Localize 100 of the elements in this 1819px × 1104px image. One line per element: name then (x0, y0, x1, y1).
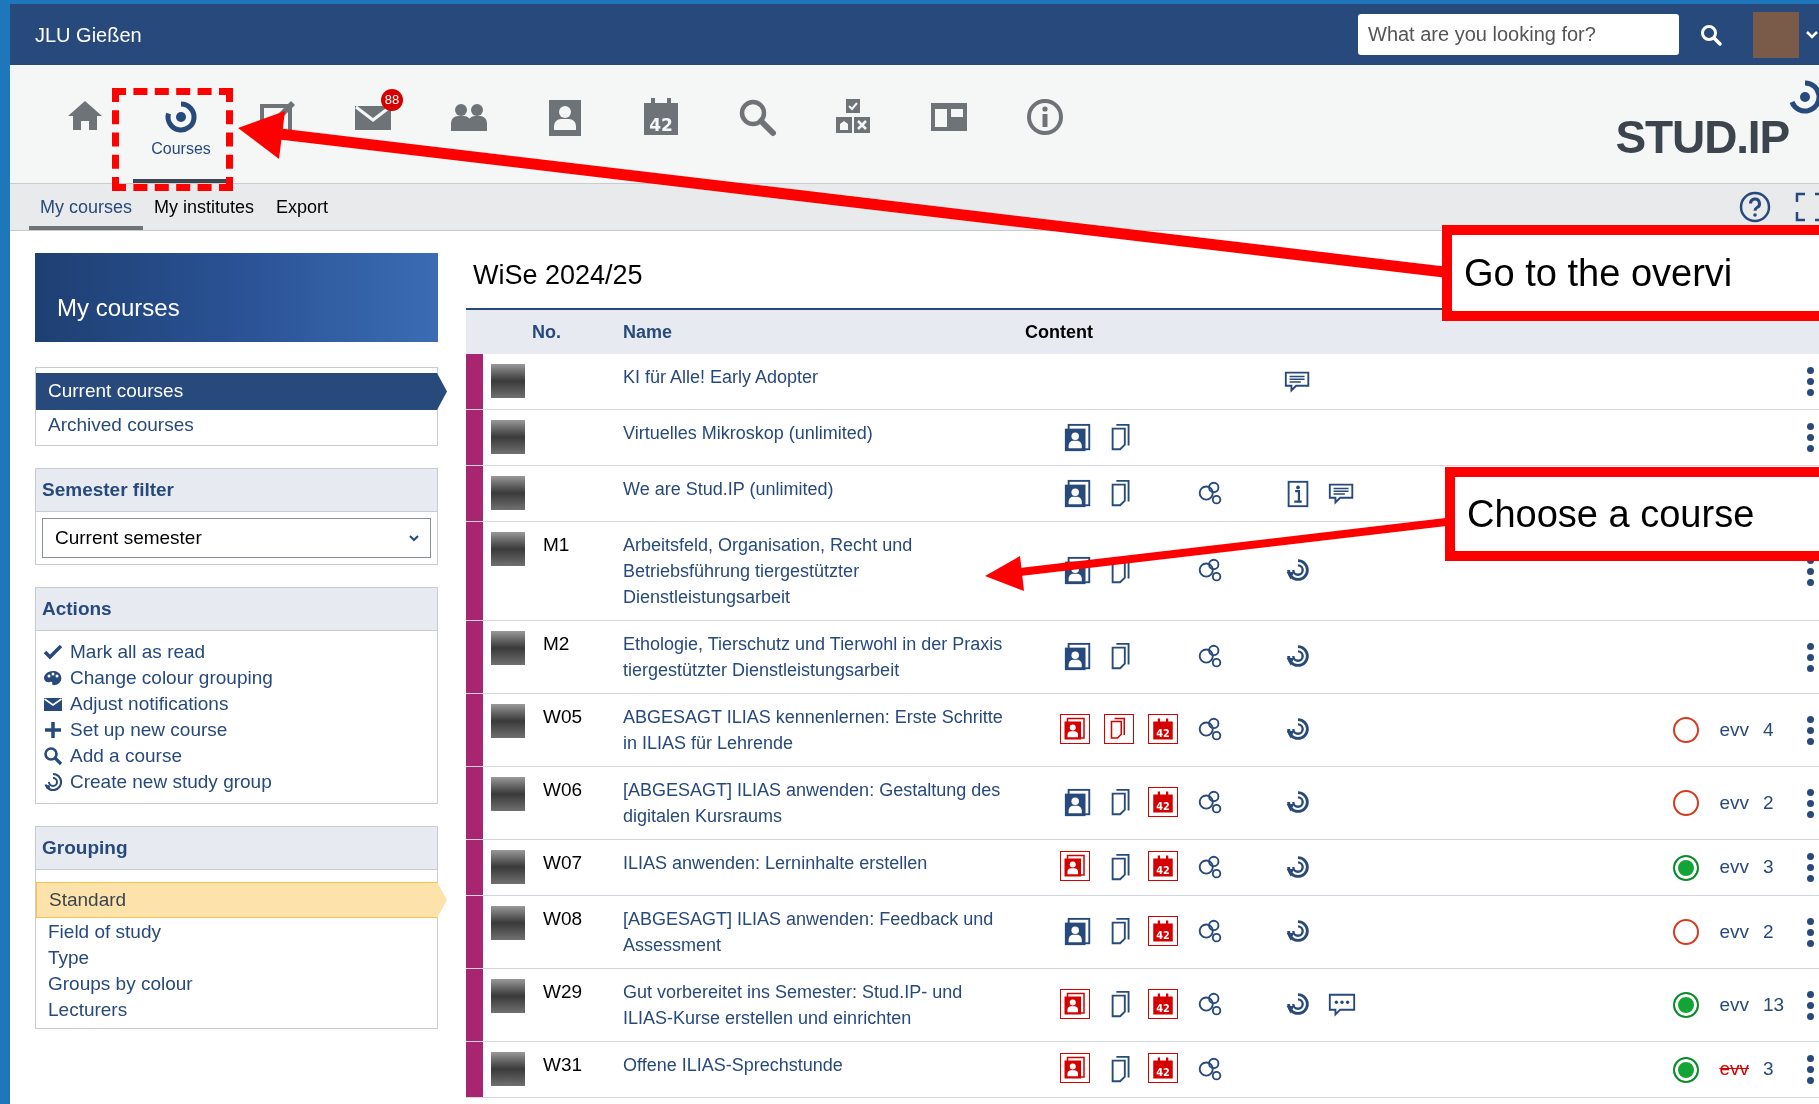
course-link[interactable]: ILIAS anwenden: Lerninhalte erstellen (623, 850, 1013, 876)
grouping-option[interactable]: Groups by colour (36, 970, 437, 996)
caret-icon[interactable] (1805, 29, 1819, 40)
sidebar-action-link[interactable]: Create new study group (43, 769, 437, 795)
person-card-icon[interactable] (1063, 917, 1093, 947)
person-card-icon[interactable] (1060, 713, 1090, 744)
evaluation-label[interactable]: evv (1719, 1055, 1749, 1084)
course-photo-placeholder (491, 1052, 525, 1086)
course-photo-placeholder (491, 420, 525, 454)
course-link[interactable]: Offene ILIAS-Sprechstunde (623, 1052, 1013, 1078)
course-link[interactable]: [ABGESAGT] ILIAS anwenden: Gestaltung des digitalen Kursraums (623, 777, 1013, 829)
more-menu-icon[interactable] (1805, 715, 1815, 745)
evaluation-count: 2 (1763, 790, 1775, 815)
calendar-icon[interactable]: 42 (1148, 713, 1178, 744)
document-icon[interactable] (1104, 713, 1134, 744)
callout-tooltip: Go to the overvi (1442, 225, 1819, 321)
search-icon (43, 746, 63, 766)
course-link[interactable]: ABGESAGT ILIAS kennenlernen: Erste Schritte in ILIAS für Lehrende (623, 704, 1013, 756)
more-menu-icon[interactable] (1805, 642, 1815, 672)
chevron-down-icon (408, 534, 420, 542)
person-card-icon[interactable] (1063, 422, 1093, 453)
nav-item[interactable]: 42 (613, 65, 709, 183)
person-card-icon[interactable] (1063, 556, 1093, 586)
course-number: W05 (543, 706, 583, 727)
evaluation-count: 4 (1763, 717, 1775, 742)
subnav-tab[interactable]: My institutes (143, 184, 266, 230)
plus-icon (43, 720, 63, 740)
course-number: W29 (543, 981, 583, 1002)
course-photo-placeholder (491, 364, 525, 398)
calendar-icon[interactable]: 42 (1148, 988, 1178, 1019)
course-link[interactable]: Arbeitsfeld, Organisation, Recht und Betriebsführung tiergestützter Dienstleistungsarbeit (623, 532, 1013, 610)
info-icon (1025, 97, 1065, 137)
nav-item[interactable]: 88 (325, 65, 421, 183)
evaluation-label[interactable]: evv (1719, 715, 1749, 745)
person-card-icon[interactable] (1060, 851, 1090, 881)
grouping-option[interactable]: Field of study (36, 918, 437, 944)
evaluation-count: 3 (1763, 855, 1775, 880)
evaluation-label[interactable]: evv (1719, 788, 1749, 818)
column-header[interactable]: No. (466, 318, 623, 346)
more-menu-icon[interactable] (1805, 1055, 1815, 1084)
semester-title: WiSe 2024/25 (473, 258, 643, 292)
evaluation-label[interactable]: evv (1719, 853, 1749, 882)
more-menu-icon[interactable] (1805, 853, 1815, 882)
course-link[interactable]: Ethologie, Tierschutz und Tierwohl in der Praxis tiergestützter Dienstleistungsarbeit (623, 631, 1013, 683)
course-photo-placeholder (491, 906, 525, 940)
semester-dropdown[interactable]: Current semester (42, 518, 431, 558)
widget-heading: Semester filter (42, 477, 174, 502)
more-menu-icon[interactable] (1805, 990, 1815, 1020)
more-menu-icon[interactable] (1805, 423, 1815, 452)
sidebar-action-link[interactable]: Add a course (43, 743, 437, 769)
grouping-option[interactable]: Type (36, 944, 437, 970)
evaluation-label[interactable]: evv (1719, 990, 1749, 1020)
grouping-option[interactable]: Lecturers (36, 996, 437, 1022)
course-link[interactable]: We are Stud.IP (unlimited) (623, 476, 1013, 502)
course-photo-placeholder (491, 704, 525, 738)
person-card-icon[interactable] (1063, 788, 1093, 818)
course-number: W06 (543, 779, 583, 800)
calendar-icon[interactable]: 42 (1148, 851, 1178, 881)
sidebar-view-item[interactable]: Current courses (36, 373, 447, 410)
subnav-tab[interactable]: My courses (29, 184, 144, 230)
sidebar-action-link[interactable]: Set up new course (43, 717, 437, 743)
evaluation-count: 13 (1763, 992, 1786, 1017)
search-icon[interactable] (1699, 22, 1723, 47)
calendar-icon[interactable]: 42 (1148, 915, 1178, 946)
sidebar-title: My courses (57, 293, 180, 323)
evaluation-count: 2 (1763, 919, 1775, 944)
course-number: W08 (543, 908, 583, 929)
subnav-tab[interactable]: Export (265, 184, 340, 230)
course-link[interactable]: [ABGESAGT] ILIAS anwenden: Feedback und Assessment (623, 906, 1013, 958)
sidebar-action-link[interactable]: Change colour grouping (43, 665, 437, 691)
course-link[interactable]: Virtuelles Mikroskop (unlimited) (623, 420, 1013, 446)
evaluation-count: 3 (1763, 1057, 1775, 1082)
person-card-icon[interactable] (1060, 988, 1090, 1019)
more-menu-icon[interactable] (1805, 788, 1815, 818)
sidebar-action-link[interactable]: Adjust notifications (43, 691, 437, 717)
course-link[interactable]: KI für Alle! Early Adopter (623, 364, 1013, 390)
more-menu-icon[interactable] (1805, 367, 1815, 396)
sidebar-action-link[interactable]: Mark all as read (43, 639, 437, 665)
calendar-icon[interactable]: 42 (1148, 786, 1178, 817)
search-icon (737, 97, 777, 137)
sidebar-view-item[interactable]: Archived courses (36, 410, 437, 440)
fullscreen-icon[interactable] (1795, 192, 1819, 222)
search-field[interactable]: What are you looking for? (1358, 14, 1679, 55)
column-header[interactable]: Content (1025, 318, 1093, 346)
course-link[interactable]: Gut vorbereitet ins Semester: Stud.IP- und ILIAS-Kurse erstellen und einrichten (623, 979, 1013, 1031)
course-number: W07 (543, 852, 583, 873)
evaluation-label[interactable]: evv (1719, 917, 1749, 947)
palette-icon (43, 668, 63, 688)
help-icon[interactable] (1739, 191, 1771, 223)
callout-tooltip: Choose a course (1445, 467, 1819, 561)
person-card-icon[interactable] (1063, 478, 1093, 509)
person-card-icon[interactable] (1060, 1053, 1090, 1083)
course-photo-placeholder (491, 850, 525, 884)
calendar-icon[interactable]: 42 (1148, 1053, 1178, 1083)
course-photo-placeholder (491, 631, 525, 665)
grouping-option[interactable]: Standard (36, 882, 447, 918)
more-menu-icon[interactable] (1805, 917, 1815, 947)
column-header[interactable]: Name (623, 318, 1025, 346)
person-card-icon[interactable] (1063, 642, 1093, 672)
site-title: JLU Gießen (35, 22, 142, 48)
